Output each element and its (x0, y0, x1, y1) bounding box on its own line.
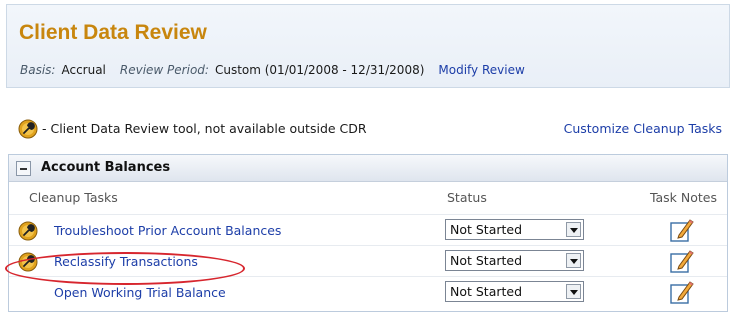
cdr-wrench-icon (18, 119, 38, 143)
dropdown-arrow-icon[interactable] (566, 222, 581, 237)
column-header-status: Status (447, 190, 487, 205)
table-row: Troubleshoot Prior Account Balances Not … (9, 214, 727, 245)
column-header-task-notes: Task Notes (649, 190, 717, 205)
dropdown-arrow-icon[interactable] (566, 284, 581, 299)
status-dropdown[interactable]: Not Started (445, 281, 584, 302)
task-notes-icon[interactable] (667, 248, 695, 278)
collapse-button[interactable] (16, 161, 31, 176)
column-headers: Cleanup Tasks Status Task Notes (9, 182, 727, 214)
customize-cleanup-tasks-link[interactable]: Customize Cleanup Tasks (564, 121, 722, 136)
column-header-cleanup-tasks: Cleanup Tasks (29, 190, 118, 205)
status-value: Not Started (450, 253, 523, 268)
status-dropdown[interactable]: Not Started (445, 250, 584, 271)
task-link[interactable]: Open Working Trial Balance (54, 285, 226, 300)
section-title: Account Balances (41, 160, 171, 175)
legend-text: - Client Data Review tool, not available… (42, 121, 367, 136)
highlight-ellipse (5, 252, 245, 285)
review-period-label: Review Period: (119, 63, 209, 77)
review-header-panel: Client Data Review Basis: Accrual Review P… (6, 4, 730, 88)
status-dropdown[interactable]: Not Started (445, 219, 584, 240)
cdr-wrench-icon (18, 221, 38, 245)
basis-value: Accrual (61, 63, 106, 77)
status-value: Not Started (450, 284, 523, 299)
status-value: Not Started (450, 222, 523, 237)
basis-label: Basis: (20, 63, 56, 77)
account-balances-header: Account Balances (9, 155, 727, 182)
task-notes-icon[interactable] (667, 217, 695, 247)
task-link[interactable]: Troubleshoot Prior Account Balances (54, 223, 281, 238)
dropdown-arrow-icon[interactable] (566, 253, 581, 268)
legend-row: - Client Data Review tool, not available… (10, 118, 726, 140)
review-info-line: Basis: Accrual Review Period: Custom (01/01… (20, 63, 525, 77)
review-period-value: Custom (01/01/2008 - 12/31/2008) (214, 63, 425, 77)
page-title: Client Data Review (19, 21, 207, 44)
task-notes-icon[interactable] (667, 279, 695, 309)
modify-review-link[interactable]: Modify Review (438, 63, 524, 77)
account-balances-panel: Account Balances Cleanup Tasks Status Ta… (8, 154, 728, 312)
